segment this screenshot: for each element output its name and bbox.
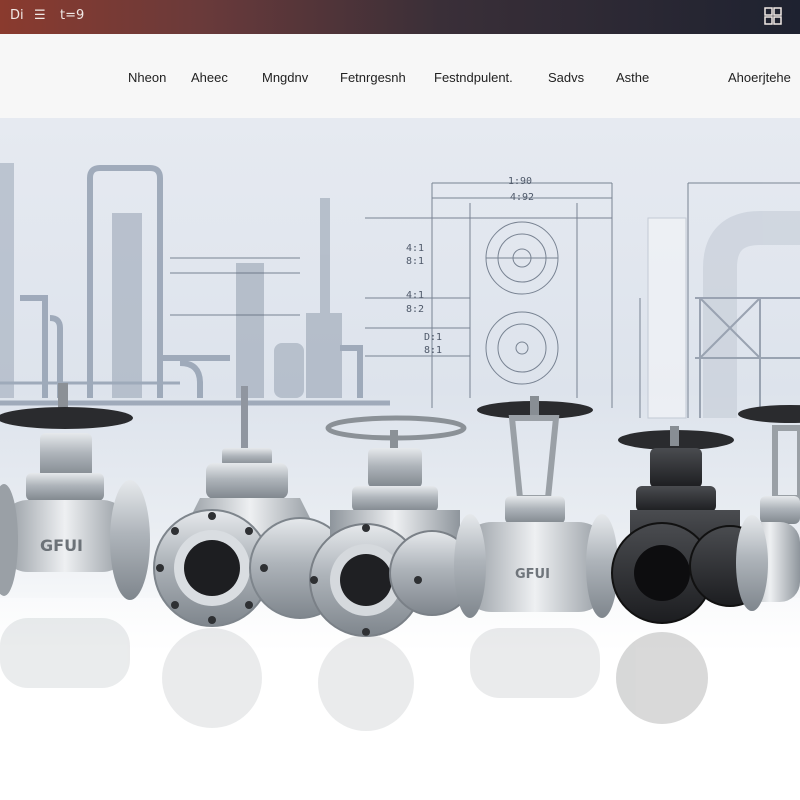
schematic-label-6: 8:1: [424, 345, 442, 356]
valve-body-marking-2: GFUI: [515, 567, 550, 582]
top-bar: Di ☰ t=9: [0, 0, 800, 34]
schematic-label-3: 4:1: [406, 290, 424, 301]
grid-icon[interactable]: [764, 7, 782, 25]
schematic-label-2: 8:1: [406, 256, 424, 267]
nav-item-4[interactable]: Fetnrgesnh: [340, 70, 406, 85]
globe-valve-3: [309, 415, 475, 637]
main-navigation: Nheon Aheec Mngdnv Fetnrgesnh Festndpule…: [0, 34, 800, 119]
gate-valve-6: [736, 405, 800, 611]
schematic-label-1: 4:1: [406, 243, 424, 254]
topbar-item-3[interactable]: t=9: [60, 8, 84, 23]
nav-item-3[interactable]: Mngdnv: [262, 70, 308, 85]
dimension-label-1: 1:90: [508, 176, 532, 187]
nav-item-2[interactable]: Aheec: [191, 70, 228, 85]
schematic-label-5: D:1: [424, 332, 442, 343]
nav-item-7[interactable]: Asthe: [616, 70, 649, 85]
valve-body-marking-1: GFUI: [40, 536, 83, 555]
nav-item-1[interactable]: Nheon: [128, 70, 166, 85]
plant-structure-right: [647, 211, 800, 419]
nav-item-6[interactable]: Sadvs: [548, 70, 584, 85]
nav-item-8[interactable]: Ahoerjtehe: [728, 70, 791, 85]
topbar-item-1[interactable]: Di: [10, 8, 24, 23]
menu-icon[interactable]: ☰: [34, 8, 46, 23]
gate-valve-1: GFUI: [0, 383, 150, 600]
refinery-illustration: [0, 163, 390, 406]
gate-valve-4: GFUI: [454, 396, 618, 618]
hero-banner: 1:90 4:92 4:1 8:1 4:1 8:2 D:1 8:1 GFUI G…: [0, 118, 800, 800]
nav-item-5[interactable]: Festndpulent.: [434, 70, 513, 85]
dimension-label-2: 4:92: [510, 192, 534, 203]
schematic-label-4: 8:2: [406, 304, 424, 315]
